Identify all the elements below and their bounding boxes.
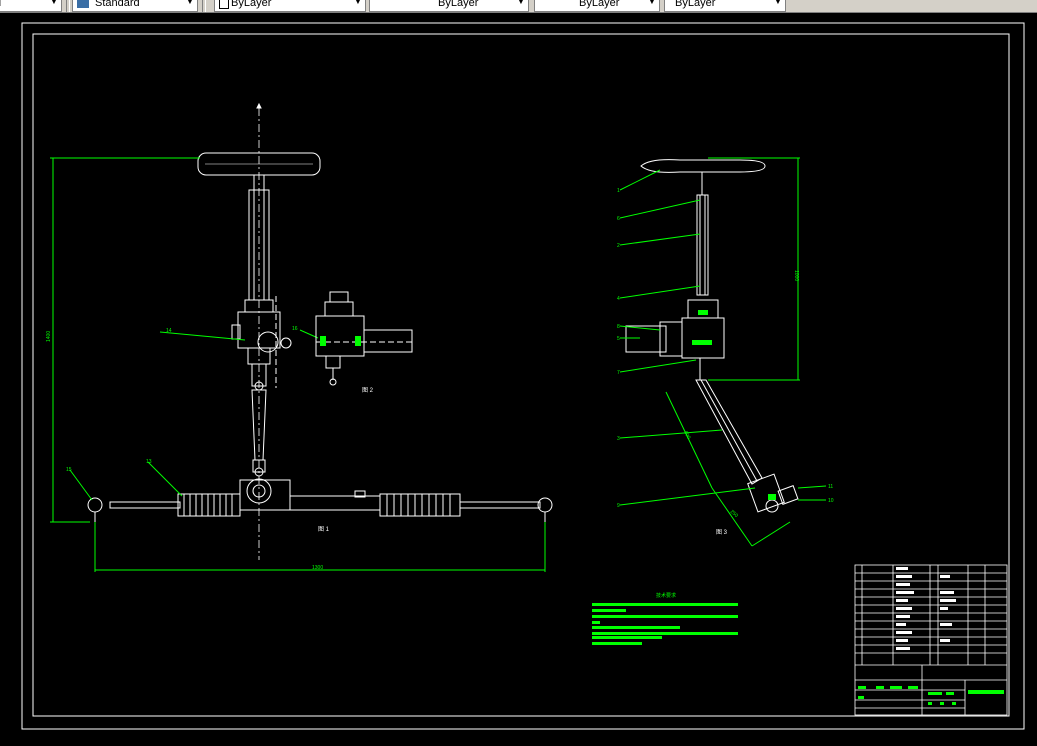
color-swatch-icon (219, 0, 229, 9)
side-view (625, 159, 799, 513)
drawing-canvas[interactable]: 1400 1300 14 13 16 15 图 1 图 2 1000 600 2… (0, 13, 1037, 741)
sheet-inner-border (32, 33, 1010, 717)
part-label-2: 2 (617, 243, 620, 249)
linetype-combo[interactable]: ByLayer ▼ (369, 0, 529, 12)
part-label-9: 9 (617, 503, 620, 509)
title-block-text (858, 686, 1004, 705)
part-label-6: 6 (617, 216, 620, 222)
lineweight-combo[interactable]: ByLayer ▼ (534, 0, 660, 12)
section-view (315, 291, 413, 386)
part-label-4: 4 (617, 296, 620, 302)
chevron-down-icon: ▼ (517, 0, 525, 6)
color-combo[interactable]: ByLayer ▼ (214, 0, 366, 12)
dim-style-combo[interactable]: Standard ▼ (72, 0, 198, 12)
text-style-combo[interactable]: d ▼ (0, 0, 62, 12)
part-label-13: 13 (146, 459, 152, 465)
technical-notes (592, 603, 738, 645)
drawing-sheet: 1400 1300 14 13 16 15 图 1 图 2 1000 600 2… (21, 22, 1025, 730)
sheet-outer-border (21, 22, 1025, 730)
toolbar-separator (202, 0, 206, 12)
properties-toolbar: d ▼ Standard ▼ ByLayer ▼ ByLayer ▼ ByLay… (0, 0, 1037, 13)
part-label-1: 1 (617, 188, 620, 194)
toolbar-separator (66, 0, 70, 12)
view-caption-2: 图 2 (362, 387, 374, 394)
plot-style-combo[interactable]: ByLayer ▼ (664, 0, 786, 12)
chevron-down-icon: ▼ (354, 0, 362, 6)
shaft-dimension-2: 250 (729, 509, 739, 519)
chevron-down-icon: ▼ (50, 0, 58, 6)
chevron-down-icon: ▼ (648, 0, 656, 6)
parts-list-entries (896, 567, 956, 650)
part-label-10: 10 (828, 498, 834, 504)
section-highlight (320, 336, 361, 346)
part-label-8: 8 (617, 324, 620, 330)
shaft-dimension: 600 (682, 430, 691, 440)
column-height-dimension: 1000 (793, 270, 799, 281)
view-caption-3: 图 3 (716, 529, 728, 536)
overall-width-dimension: 1300 (312, 565, 323, 571)
part-label-3: 3 (617, 436, 620, 442)
technical-notes-title: 技术要求 (656, 592, 676, 599)
part-label-11: 11 (828, 484, 833, 490)
part-label-14: 14 (166, 328, 172, 334)
front-view (87, 102, 553, 560)
side-view-part-labels: 1 6 2 4 8 5 7 3 9 11 10 (617, 188, 834, 509)
part-label-5: 5 (617, 336, 620, 342)
dimension-style-icon (77, 0, 89, 8)
part-label-7: 7 (617, 370, 620, 376)
view-caption-1: 图 1 (318, 526, 330, 533)
overall-height-dimension: 1400 (46, 331, 52, 342)
part-label-16: 16 (292, 326, 298, 332)
part-label-15: 15 (66, 467, 72, 473)
chevron-down-icon: ▼ (186, 0, 194, 6)
chevron-down-icon: ▼ (774, 0, 782, 6)
